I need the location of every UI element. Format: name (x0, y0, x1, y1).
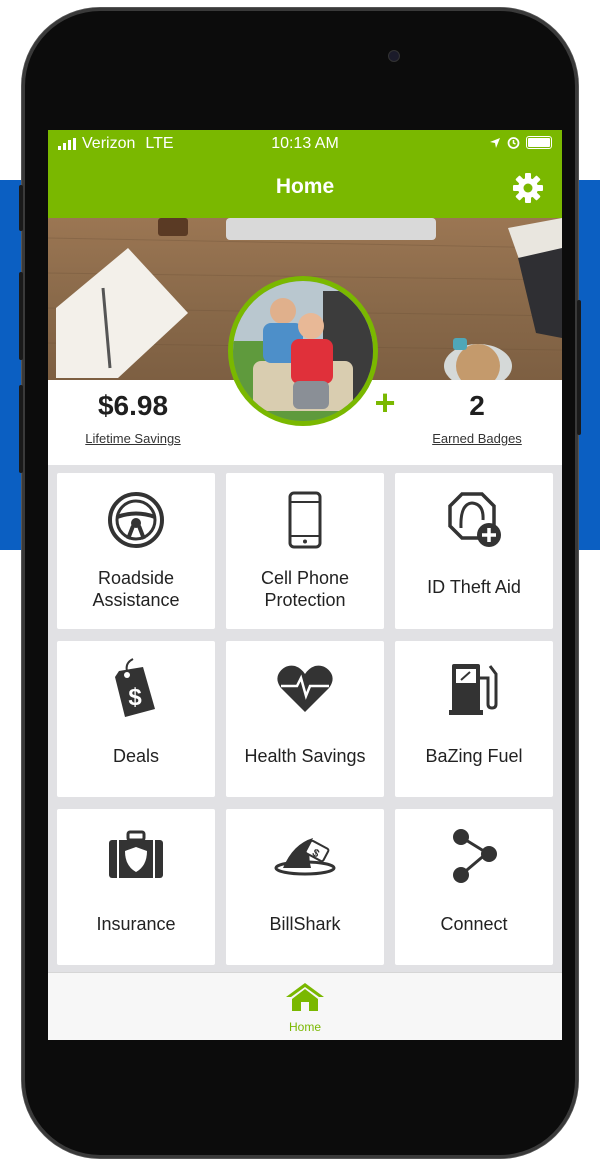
tab-home[interactable]: Home (265, 981, 345, 1034)
lifetime-savings-link[interactable]: Lifetime Savings (58, 431, 208, 446)
price-tag-icon: $ (115, 658, 155, 717)
heart-pulse-icon (277, 665, 333, 712)
tile-label: BillShark (269, 914, 341, 934)
earned-badges-value: 2 (469, 390, 485, 421)
insurance-case-icon (109, 830, 163, 878)
app-screen: Verizon LTE 10:13 AM Home $6.98 Lifetime… (48, 130, 562, 1040)
tile-label: BaZing Fuel (425, 746, 523, 766)
tile-label: ID Theft Aid (427, 577, 521, 597)
tile-cell-phone-protection[interactable]: Cell Phone Protection (226, 473, 384, 629)
lifetime-savings-value: $6.98 (97, 390, 169, 421)
tile-billshark[interactable]: $ BillShark (226, 809, 384, 965)
tile-label: Deals (112, 746, 160, 766)
tile-label: Health Savings (244, 746, 366, 766)
earned-badges-link[interactable]: Earned Badges (402, 431, 552, 446)
tile-insurance[interactable]: Insurance (57, 809, 215, 965)
battery-icon (526, 136, 552, 149)
status-bar: Verizon LTE 10:13 AM (48, 130, 562, 158)
id-theft-icon (448, 492, 501, 547)
tile-label: Connect (440, 914, 508, 934)
cell-phone-icon (288, 491, 322, 549)
shark-fin-icon: $ (274, 838, 336, 876)
tab-bar: Home (48, 972, 562, 1040)
gear-icon[interactable] (512, 172, 544, 204)
svg-text:$: $ (128, 684, 142, 711)
steering-wheel-icon (108, 492, 164, 548)
tile-roadside-assistance[interactable]: Roadside Assistance (57, 473, 215, 629)
tile-health-savings[interactable]: Health Savings (226, 641, 384, 797)
profile-avatar[interactable] (228, 276, 378, 426)
volume-up-button (19, 272, 23, 360)
tile-connect[interactable]: Connect (395, 809, 553, 965)
nav-bar: Home (48, 158, 562, 218)
tile-id-theft-aid[interactable]: ID Theft Aid (395, 473, 553, 629)
share-network-icon (453, 829, 497, 883)
tile-bazing-fuel[interactable]: BaZing Fuel (395, 641, 553, 797)
page-title: Home (275, 175, 335, 198)
tile-label: Insurance (96, 914, 176, 934)
alarm-icon (507, 137, 520, 149)
location-arrow-icon (490, 137, 500, 148)
mute-switch (19, 185, 23, 231)
front-camera (388, 50, 400, 62)
volume-down-button (19, 385, 23, 473)
tile-label: Cell Phone Protection (260, 568, 350, 610)
tile-label: Roadside Assistance (92, 568, 180, 610)
tab-home-label: Home (288, 1020, 321, 1034)
power-button (577, 300, 581, 435)
profile-photo-image (233, 281, 373, 421)
status-time: 10:13 AM (271, 135, 339, 152)
fuel-pump-icon (449, 664, 498, 715)
add-photo-button[interactable]: + (370, 385, 400, 421)
home-icon (286, 983, 324, 1011)
tile-deals[interactable]: $ Deals (57, 641, 215, 797)
